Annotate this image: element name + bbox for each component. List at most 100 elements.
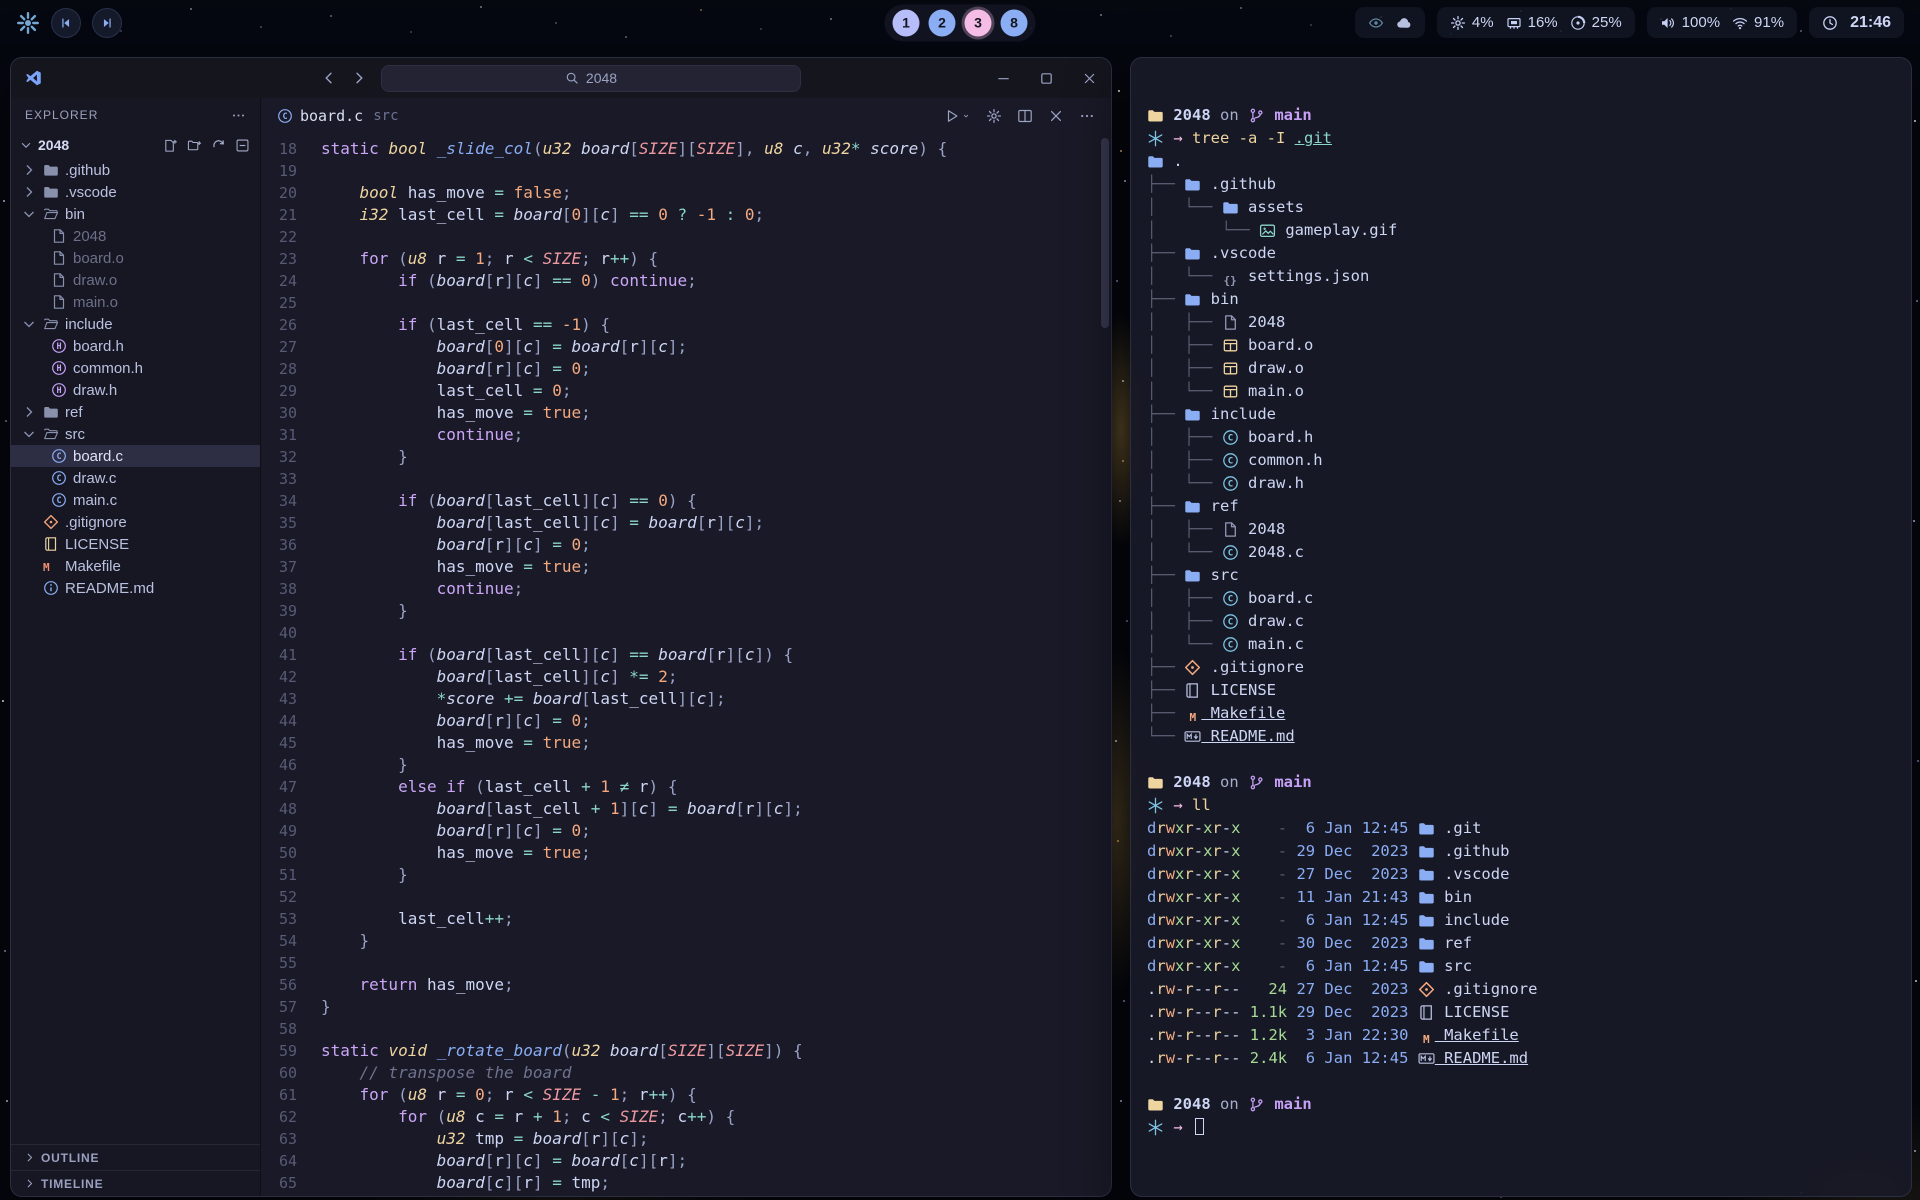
- editor-scrollbar[interactable]: [1101, 138, 1109, 328]
- explorer-item-board.c[interactable]: Cboard.c: [11, 445, 260, 467]
- code-line-26[interactable]: 26 if (last_cell == -1) {: [261, 314, 1111, 336]
- code-line-59[interactable]: 59static void _rotate_board(u32 board[SI…: [261, 1040, 1111, 1062]
- explorer-item-draw.h[interactable]: Hdraw.h: [11, 379, 260, 401]
- explorer-item-board.o[interactable]: board.o: [11, 247, 260, 269]
- clock-widget[interactable]: 21:46: [1809, 7, 1904, 38]
- code-line-37[interactable]: 37 has_move = true;: [261, 556, 1111, 578]
- workspace-2[interactable]: 2: [929, 9, 956, 36]
- code-line-56[interactable]: 56 return has_move;: [261, 974, 1111, 996]
- nav-back-icon[interactable]: [321, 70, 337, 86]
- weather-widget[interactable]: [1355, 7, 1425, 38]
- explorer-item-.github[interactable]: .github: [11, 159, 260, 181]
- run-button[interactable]: [944, 108, 971, 124]
- code-line-52[interactable]: 52: [261, 886, 1111, 908]
- close-editor-icon[interactable]: [1048, 108, 1064, 124]
- explorer-item-README.md[interactable]: README.md: [11, 577, 260, 599]
- code-line-30[interactable]: 30 has_move = true;: [261, 402, 1111, 424]
- code-line-22[interactable]: 22: [261, 226, 1111, 248]
- collapse-all-icon[interactable]: [235, 138, 250, 153]
- system-stats[interactable]: 4% 16% 25%: [1437, 7, 1635, 38]
- code-line-39[interactable]: 39 }: [261, 600, 1111, 622]
- code-line-34[interactable]: 34 if (board[last_cell][c] == 0) {: [261, 490, 1111, 512]
- code-line-62[interactable]: 62 for (u8 c = r + 1; c < SIZE; c++) {: [261, 1106, 1111, 1128]
- vscode-titlebar[interactable]: 2048: [11, 58, 1111, 98]
- code-line-40[interactable]: 40: [261, 622, 1111, 644]
- explorer-item-2048[interactable]: 2048: [11, 225, 260, 247]
- command-center[interactable]: 2048: [381, 65, 801, 92]
- terminal-window[interactable]: 2048 on main → tree -a -I .git .├── .git…: [1130, 57, 1912, 1197]
- code-line-48[interactable]: 48 board[last_cell + 1][c] = board[r][c]…: [261, 798, 1111, 820]
- code-line-57[interactable]: 57}: [261, 996, 1111, 1018]
- code-line-46[interactable]: 46 }: [261, 754, 1111, 776]
- refresh-icon[interactable]: [211, 138, 226, 153]
- explorer-item-.vscode[interactable]: .vscode: [11, 181, 260, 203]
- code-line-36[interactable]: 36 board[r][c] = 0;: [261, 534, 1111, 556]
- explorer-item-.gitignore[interactable]: .gitignore: [11, 511, 260, 533]
- code-line-24[interactable]: 24 if (board[r][c] == 0) continue;: [261, 270, 1111, 292]
- code-line-55[interactable]: 55: [261, 952, 1111, 974]
- code-line-41[interactable]: 41 if (board[last_cell][c] == board[r][c…: [261, 644, 1111, 666]
- code-line-45[interactable]: 45 has_move = true;: [261, 732, 1111, 754]
- new-file-icon[interactable]: [163, 138, 178, 153]
- code-line-21[interactable]: 21 i32 last_cell = board[0][c] == 0 ? -1…: [261, 204, 1111, 226]
- split-editor-icon[interactable]: [1017, 108, 1033, 124]
- code-line-18[interactable]: 18static bool _slide_col(u32 board[SIZE]…: [261, 138, 1111, 160]
- code-line-35[interactable]: 35 board[last_cell][c] = board[r][c];: [261, 512, 1111, 534]
- code-line-27[interactable]: 27 board[0][c] = board[r][c];: [261, 336, 1111, 358]
- media-prev-button[interactable]: [51, 8, 81, 38]
- explorer-item-include[interactable]: include: [11, 313, 260, 335]
- workspace-8[interactable]: 8: [1001, 9, 1028, 36]
- code-line-50[interactable]: 50 has_move = true;: [261, 842, 1111, 864]
- explorer-item-main.c[interactable]: Cmain.c: [11, 489, 260, 511]
- code-line-29[interactable]: 29 last_cell = 0;: [261, 380, 1111, 402]
- code-line-43[interactable]: 43 *score += board[last_cell][c];: [261, 688, 1111, 710]
- settings-icon[interactable]: [986, 108, 1002, 124]
- explorer-item-draw.c[interactable]: Cdraw.c: [11, 467, 260, 489]
- code-line-20[interactable]: 20 bool has_move = false;: [261, 182, 1111, 204]
- explorer-item-LICENSE[interactable]: LICENSE: [11, 533, 260, 555]
- nav-forward-icon[interactable]: [351, 70, 367, 86]
- code-line-65[interactable]: 65 board[c][r] = tmp;: [261, 1172, 1111, 1194]
- code-line-64[interactable]: 64 board[r][c] = board[c][r];: [261, 1150, 1111, 1172]
- code-line-44[interactable]: 44 board[r][c] = 0;: [261, 710, 1111, 732]
- code-line-32[interactable]: 32 }: [261, 446, 1111, 468]
- explorer-item-Makefile[interactable]: MMakefile: [11, 555, 260, 577]
- launcher-icon[interactable]: [16, 11, 40, 35]
- close-button[interactable]: [1082, 71, 1097, 86]
- project-section-header[interactable]: 2048: [11, 132, 260, 158]
- timeline-section[interactable]: TIMELINE: [11, 1170, 260, 1196]
- code-line-49[interactable]: 49 board[r][c] = 0;: [261, 820, 1111, 842]
- code-line-51[interactable]: 51 }: [261, 864, 1111, 886]
- explorer-item-src[interactable]: src: [11, 423, 260, 445]
- audio-network[interactable]: 100% 91%: [1647, 7, 1797, 38]
- media-next-button[interactable]: [92, 8, 122, 38]
- code-line-19[interactable]: 19: [261, 160, 1111, 182]
- code-line-31[interactable]: 31 continue;: [261, 424, 1111, 446]
- code-line-38[interactable]: 38 continue;: [261, 578, 1111, 600]
- explorer-item-bin[interactable]: bin: [11, 203, 260, 225]
- code-line-25[interactable]: 25: [261, 292, 1111, 314]
- explorer-item-board.h[interactable]: Hboard.h: [11, 335, 260, 357]
- explorer-item-draw.o[interactable]: draw.o: [11, 269, 260, 291]
- code-line-63[interactable]: 63 u32 tmp = board[r][c];: [261, 1128, 1111, 1150]
- new-folder-icon[interactable]: [187, 138, 202, 153]
- explorer-item-main.o[interactable]: main.o: [11, 291, 260, 313]
- code-line-54[interactable]: 54 }: [261, 930, 1111, 952]
- workspace-1[interactable]: 1: [893, 9, 920, 36]
- code-line-23[interactable]: 23 for (u8 r = 1; r < SIZE; r++) {: [261, 248, 1111, 270]
- more-actions-icon[interactable]: [1079, 108, 1095, 124]
- code-line-28[interactable]: 28 board[r][c] = 0;: [261, 358, 1111, 380]
- explorer-item-ref[interactable]: ref: [11, 401, 260, 423]
- explorer-item-common.h[interactable]: Hcommon.h: [11, 357, 260, 379]
- workspace-3[interactable]: 3: [965, 9, 992, 36]
- code-editor[interactable]: 18static bool _slide_col(u32 board[SIZE]…: [261, 134, 1111, 1196]
- code-line-58[interactable]: 58: [261, 1018, 1111, 1040]
- maximize-button[interactable]: [1039, 71, 1054, 86]
- code-line-47[interactable]: 47 else if (last_cell + 1 ≠ r) {: [261, 776, 1111, 798]
- minimize-button[interactable]: [996, 71, 1011, 86]
- outline-section[interactable]: OUTLINE: [11, 1144, 260, 1170]
- code-line-60[interactable]: 60 // transpose the board: [261, 1062, 1111, 1084]
- code-line-33[interactable]: 33: [261, 468, 1111, 490]
- code-line-61[interactable]: 61 for (u8 r = 0; r < SIZE - 1; r++) {: [261, 1084, 1111, 1106]
- explorer-more-icon[interactable]: [231, 108, 246, 123]
